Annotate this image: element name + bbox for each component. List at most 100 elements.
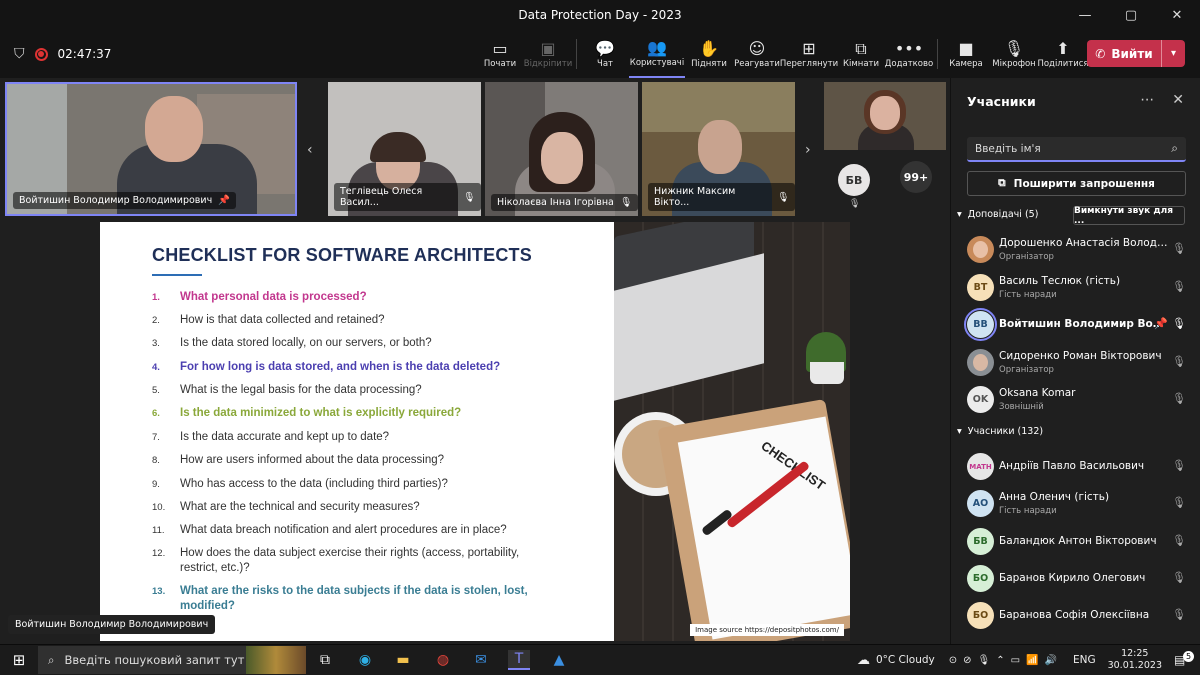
language-indicator[interactable]: ENG [1073,654,1096,666]
people-button[interactable]: 👥 Користувачі [629,30,685,78]
participant-name-label: Войтишин Володимир Володимирович 📌 [13,192,237,209]
chat-icon: 💬 [595,39,615,58]
mic-muted-icon: 🎙 [1172,280,1186,293]
mic-muted-icon: 🎙 [1172,392,1186,405]
participant-row[interactable]: ВТ Василь Теслюк (гість) Гість наради 🎙 [967,273,1192,303]
participant-row[interactable]: БВ Баландюк Антон Вікторович 🎙 [967,527,1192,557]
participant-row[interactable]: MATH Андріїв Павло Васильович 🎙 [967,452,1192,482]
avatar [967,349,994,376]
avatar: БО [967,565,994,592]
windows-taskbar: ⊞ ⌕ Введіть пошуковий запит тут ⧉ ◉ ▬ ◍ … [0,645,1200,675]
video-tile-small[interactable] [824,82,946,150]
slide-title: CHECKLIST FOR SOFTWARE ARCHITECTS [152,245,532,265]
file-explorer-icon[interactable]: ▬ [392,650,414,670]
more-options-icon[interactable]: ⋯ [1140,92,1154,108]
chevron-down-icon: ▾ [957,209,962,220]
camera-button[interactable]: ■ Камера [942,30,990,78]
windows-start-icon[interactable]: ⊞ [8,650,30,670]
checklist-item: 9. Who has access to the data (including … [152,478,448,490]
microphone-icon: 🎙 [1172,534,1186,547]
edge-icon[interactable]: ◉ [354,650,376,670]
checklist-item: 1. What personal data is processed? [152,291,367,303]
participant-row[interactable]: БО Баранов Кирило Олегович 🎙 [967,564,1192,594]
mic-muted-icon: 🎙 [1172,242,1186,255]
slide-image: CHECKLIST Image source https://depositph… [614,222,850,641]
leave-button[interactable]: ✆ Вийти ▾ [1087,40,1185,67]
shield-icon: ⛉ [14,46,25,62]
notification-icon[interactable]: ▤ 5 [1174,651,1200,667]
cloud-icon: ☁ [856,652,870,668]
window-controls: — ▢ ✕ [1062,0,1200,30]
minimize-button[interactable]: — [1062,0,1108,30]
task-view-icon[interactable]: ⧉ [314,650,336,670]
mic-muted-icon: 🎙 [1172,355,1186,368]
mute-all-button[interactable]: Вимкнути звук для ... [1073,206,1185,226]
unpin-button[interactable]: ▣ Відкріпити [524,30,573,78]
video-tile[interactable]: Ніколаєва Інна Ігорівна 🎙 [485,82,638,216]
photos-icon[interactable]: ▲ [548,650,570,670]
participant-row[interactable]: АО Анна Оленич (гість) Гість наради 🎙 [967,489,1192,519]
more-button[interactable]: ••• Додатково [885,30,933,78]
attendees-section-toggle[interactable]: ▾ Учасники (132) [957,426,1043,437]
checklist-item: 6. Is the data minimized to what is expli… [152,407,462,419]
screen-icon: ▭ [492,39,508,58]
checklist-item: 3. Is the data stored locally, on our ser… [152,337,432,349]
maximize-button[interactable]: ▢ [1108,0,1154,30]
participant-row[interactable]: Сидоренко Роман Вікторович Організатор 🎙 [967,348,1192,378]
more-icon: ••• [894,39,924,58]
camera-icon: ■ [958,39,974,58]
share-invite-button[interactable]: ⧉ Поширити запрошення [967,171,1186,196]
video-tile-main[interactable]: Войтишин Володимир Володимирович 📌 [5,82,297,216]
participant-row[interactable]: OK Oksana Komar Зовнішній 🎙 [967,385,1192,415]
title-bar: Data Protection Day - 2023 — ▢ ✕ [0,0,1200,30]
video-tile[interactable]: Нижник Максим Вікто... 🎙 [642,82,795,216]
avatar[interactable]: БВ [838,164,870,196]
mic-muted-icon: 🎙 [462,191,475,203]
rooms-button[interactable]: ⧉ Кімнати [837,30,885,78]
presentation-slide: CHECKLIST FOR SOFTWARE ARCHITECTS 1. What… [100,222,614,641]
avatar: OK [967,386,994,413]
chrome-icon[interactable]: ◍ [432,650,454,670]
view-button[interactable]: ⊞ Переглянути [780,30,838,78]
chevron-right-icon[interactable]: › [805,142,811,158]
leave-dropdown-chevron-icon[interactable]: ▾ [1161,40,1185,67]
participant-row[interactable]: Дорошенко Анастасія Володим... Організат… [967,235,1192,265]
overflow-count[interactable]: 99+ [900,161,932,193]
window-title: Data Protection Day - 2023 [518,8,682,22]
toolbar-buttons: ▭ Почати ▣ Відкріпити 💬 Чат 👥 Користувачі ✋ П… [476,30,1089,78]
microphone-icon: 🎙 [1172,571,1186,584]
react-button[interactable]: ☺ Реагувати [733,30,781,78]
teams-icon[interactable]: T [508,650,530,670]
checklist-item: 4. For how long is data stored, and when … [152,361,501,373]
mic-button[interactable]: 🎙 Мікрофон [990,30,1038,78]
close-window-button[interactable]: ✕ [1154,0,1200,30]
checklist-item: 12. How does the data subject exercise th… [152,547,520,574]
tray-icons[interactable]: ⊙⊘🎙⌃▭📶🔊 [949,655,1063,666]
weather-text[interactable]: 0°C Cloudy [876,654,935,666]
share-button[interactable]: ⬆ Поділитися [1037,30,1088,78]
avatar: АО [967,490,994,517]
checklist-item: 5. What is the legal basis for the data p… [152,384,422,396]
hand-icon: ✋ [699,39,719,58]
participant-row[interactable]: БО Баранова Софія Олексіївна 🎙 [967,601,1192,631]
taskbar-search-input[interactable]: ⌕ Введіть пошуковий запит тут [38,646,306,674]
mail-icon[interactable]: ✉ [470,650,492,670]
participant-row[interactable]: ВВ Войтишин Володимир Вол... 📌 🎙 [964,308,1192,341]
video-tile[interactable]: Теглівець Олеся Васил... 🎙 [328,82,481,216]
unpin-icon: ▣ [540,39,556,58]
start-button[interactable]: ▭ Почати [476,30,524,78]
phone-hangup-icon: ✆ [1095,46,1106,61]
chevron-left-icon[interactable]: ‹ [307,142,313,158]
microphone-icon: 🎙 [1172,496,1186,509]
close-icon[interactable]: ✕ [1172,92,1184,108]
presenters-section-toggle[interactable]: ▾ Доповідачі (5) [957,209,1038,220]
avatar [967,236,994,263]
checklist-item: 10. What are the technical and security m… [152,501,420,513]
search-icon: ⌕ [1171,141,1178,155]
chat-button[interactable]: 💬 Чат [581,30,629,78]
participant-search-input[interactable]: Введіть ім'я ⌕ [967,137,1186,162]
mic-muted-icon: 🎙 [849,199,861,209]
raise-hand-button[interactable]: ✋ Підняти [685,30,733,78]
clock[interactable]: 12:25 30.01.2023 [1108,648,1162,672]
search-icon: ⌕ [48,652,55,667]
